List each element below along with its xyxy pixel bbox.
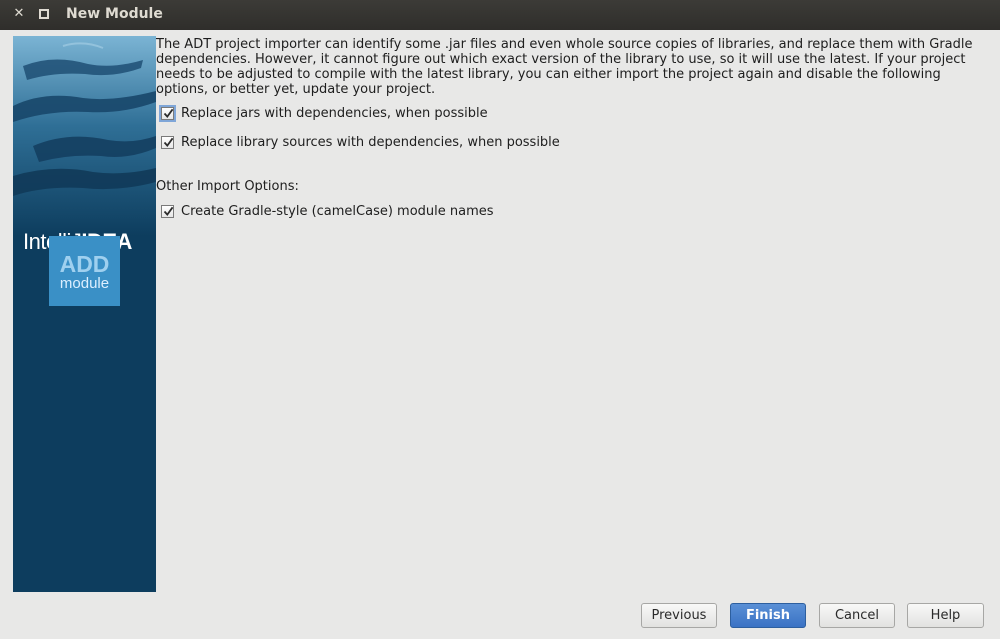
maximize-icon[interactable] (36, 6, 52, 22)
previous-button[interactable]: Previous (641, 603, 717, 628)
options-panel: The ADT project importer can identify so… (156, 37, 990, 219)
add-module-badge: ADD module (49, 236, 120, 306)
other-import-options-label: Other Import Options: (156, 179, 299, 194)
option-label: Create Gradle-style (camelCase) module n… (181, 203, 494, 219)
option-replace-jars[interactable]: Replace jars with dependencies, when pos… (159, 104, 488, 122)
window-title: New Module (66, 6, 163, 22)
badge-line1: ADD (59, 251, 110, 277)
help-button[interactable]: Help (907, 603, 984, 628)
option-label: Replace library sources with dependencie… (181, 134, 560, 150)
checkbox-replace-jars[interactable] (159, 104, 176, 122)
checkmark-icon (163, 206, 174, 216)
dolphins-image (13, 36, 156, 236)
option-label: Replace jars with dependencies, when pos… (181, 105, 488, 121)
cancel-button[interactable]: Cancel (819, 603, 895, 628)
badge-line2: module (59, 275, 110, 292)
close-icon[interactable]: ✕ (11, 6, 27, 22)
option-camelcase-names[interactable]: Create Gradle-style (camelCase) module n… (161, 202, 494, 220)
importer-description: The ADT project importer can identify so… (156, 37, 973, 97)
title-bar: ✕ New Module (0, 0, 1000, 30)
option-replace-sources[interactable]: Replace library sources with dependencie… (161, 133, 560, 151)
wizard-side-banner: IntelliJIDEA ADD module (13, 36, 156, 592)
checkmark-icon (163, 137, 174, 147)
checkmark-icon (163, 108, 174, 118)
checkbox-replace-sources[interactable] (161, 135, 174, 149)
finish-button[interactable]: Finish (730, 603, 806, 628)
checkbox-camelcase-names[interactable] (161, 204, 174, 218)
